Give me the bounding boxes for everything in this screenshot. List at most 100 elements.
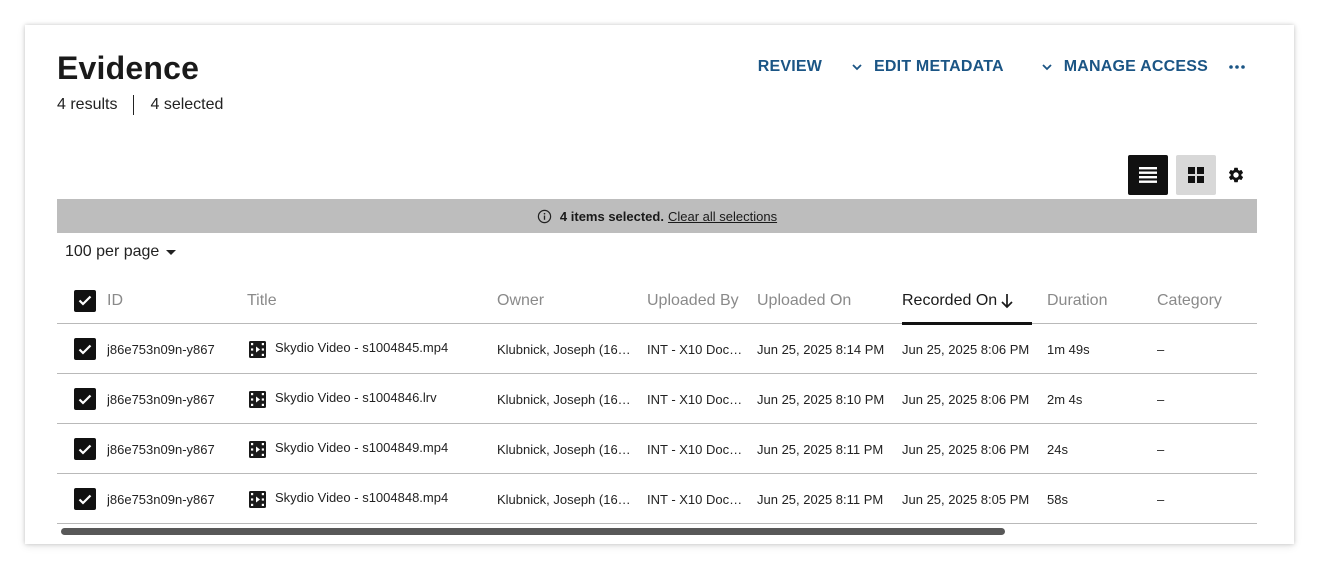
column-label: Duration — [1047, 291, 1108, 309]
select-all-checkbox[interactable] — [74, 289, 96, 312]
row-checkbox[interactable] — [74, 388, 96, 410]
page-title: Evidence — [57, 50, 200, 86]
column-label: Recorded On — [902, 291, 998, 309]
column-label: ID — [107, 291, 123, 309]
cell-title[interactable]: Skydio Video - s1004845.mp4 — [249, 324, 489, 374]
summary-divider — [133, 95, 135, 115]
title-text: Skydio Video - s1004846.lrv — [275, 389, 437, 405]
column-label: Category — [1157, 291, 1222, 309]
horizontal-scrollbar[interactable] — [61, 528, 1005, 535]
cell-uploaded-on: Jun 25, 2025 8:11 PM — [757, 441, 884, 457]
check-icon — [78, 394, 92, 405]
row-checkbox[interactable] — [74, 488, 96, 510]
check-icon — [78, 494, 92, 505]
column-label: Uploaded By — [647, 291, 739, 309]
table-row[interactable]: j86e753n09n-y867 Skydio Video - s1004846… — [57, 374, 1257, 424]
cell-owner: Klubnick, Joseph (16… — [497, 441, 631, 457]
cell-uploaded-on: Jun 25, 2025 8:10 PM — [757, 391, 885, 407]
cell-recorded-on: Jun 25, 2025 8:06 PM — [902, 391, 1030, 407]
row-checkbox-cell — [74, 374, 96, 424]
grid-view-icon — [1188, 167, 1204, 183]
cell-title[interactable]: Skydio Video - s1004849.mp4 — [249, 424, 489, 474]
table-settings-button[interactable] — [1216, 155, 1256, 195]
results-count: 4 results — [57, 96, 118, 113]
row-checkbox[interactable] — [74, 438, 96, 460]
video-file-icon — [249, 490, 266, 508]
cell-id: j86e753n09n-y867 — [107, 391, 215, 407]
more-options-button[interactable] — [1228, 58, 1246, 76]
check-icon — [78, 344, 92, 355]
video-file-icon — [249, 390, 266, 408]
title-text: Skydio Video - s1004845.mp4 — [275, 339, 449, 355]
select-all-checkbox-cell — [74, 277, 96, 324]
column-label: Owner — [497, 291, 545, 309]
view-toggle — [1128, 155, 1256, 195]
cell-owner: Klubnick, Joseph (16… — [497, 391, 631, 407]
cell-uploaded-on: Jun 25, 2025 8:14 PM — [757, 341, 885, 357]
check-icon — [78, 295, 92, 306]
caret-down-icon — [166, 249, 177, 255]
cell-recorded-on: Jun 25, 2025 8:06 PM — [902, 441, 1030, 457]
cell-duration: 58s — [1047, 491, 1068, 507]
column-header-category[interactable]: Category — [1157, 277, 1222, 324]
title-text: Skydio Video - s1004848.mp4 — [275, 489, 449, 505]
row-checkbox-cell — [74, 424, 96, 474]
review-label: REVIEW — [757, 58, 823, 75]
evidence-card: Evidence 4 results 4 selected REVIEW EDI… — [25, 25, 1294, 544]
column-header-recorded-on[interactable]: Recorded On — [902, 277, 1032, 325]
grid-view-button[interactable] — [1176, 155, 1216, 195]
table-row[interactable]: j86e753n09n-y867 Skydio Video - s1004849… — [57, 424, 1257, 474]
cell-id: j86e753n09n-y867 — [107, 441, 215, 457]
row-checkbox-cell — [74, 474, 96, 524]
table-body: j86e753n09n-y867 Skydio Video - s1004845… — [57, 324, 1257, 524]
results-summary: 4 results 4 selected — [57, 95, 223, 115]
cell-recorded-on: Jun 25, 2025 8:05 PM — [902, 491, 1030, 507]
row-checkbox-cell — [74, 324, 96, 374]
table-row[interactable]: j86e753n09n-y867 Skydio Video - s1004845… — [57, 324, 1257, 374]
manage-access-label: MANAGE ACCESS — [1063, 58, 1208, 75]
cell-owner: Klubnick, Joseph (16… — [497, 491, 631, 507]
column-header-owner[interactable]: Owner — [497, 277, 544, 324]
column-header-id[interactable]: ID — [107, 277, 123, 324]
selection-banner: 4 items selected. Clear all selections — [57, 199, 1257, 233]
arrow-down-icon — [1001, 293, 1013, 308]
per-page-dropdown[interactable]: 100 per page — [65, 243, 177, 261]
column-header-duration[interactable]: Duration — [1047, 277, 1107, 324]
list-view-button[interactable] — [1128, 155, 1168, 195]
cell-category: – — [1157, 391, 1165, 407]
info-icon — [537, 209, 552, 223]
cell-owner: Klubnick, Joseph (16… — [497, 341, 631, 357]
check-icon — [78, 444, 92, 455]
row-checkbox[interactable] — [74, 338, 96, 360]
cell-uploaded-by: INT - X10 Doc… — [647, 441, 743, 457]
cell-uploaded-on: Jun 25, 2025 8:11 PM — [757, 491, 884, 507]
edit-metadata-button[interactable]: EDIT METADATA — [850, 58, 1004, 76]
cell-id: j86e753n09n-y867 — [107, 491, 215, 507]
column-label: Title — [247, 291, 277, 309]
column-header-uploaded-on[interactable]: Uploaded On — [757, 277, 851, 324]
video-file-icon — [249, 340, 266, 358]
cell-recorded-on: Jun 25, 2025 8:06 PM — [902, 341, 1030, 357]
cell-id: j86e753n09n-y867 — [107, 341, 215, 357]
column-header-title[interactable]: Title — [247, 277, 277, 324]
column-label: Uploaded On — [757, 291, 852, 309]
table-row[interactable]: j86e753n09n-y867 Skydio Video - s1004848… — [57, 474, 1257, 524]
cell-uploaded-by: INT - X10 Doc… — [647, 491, 743, 507]
cell-uploaded-by: INT - X10 Doc… — [647, 341, 743, 357]
action-bar: REVIEW EDIT METADATA MANAGE ACCESS — [758, 58, 1246, 76]
per-page-label: 100 per page — [65, 243, 160, 260]
evidence-table: ID Title Owner Uploaded By Uploaded On R… — [57, 277, 1257, 524]
chevron-down-icon — [1042, 64, 1052, 71]
selection-count: 4 items selected. — [559, 208, 664, 224]
manage-access-button[interactable]: MANAGE ACCESS — [1040, 58, 1208, 76]
edit-metadata-label: EDIT METADATA — [874, 58, 1004, 75]
video-file-icon — [249, 440, 266, 458]
cell-title[interactable]: Skydio Video - s1004846.lrv — [249, 374, 489, 424]
cell-title[interactable]: Skydio Video - s1004848.mp4 — [249, 474, 489, 524]
cell-duration: 2m 4s — [1047, 391, 1083, 407]
review-button[interactable]: REVIEW — [758, 58, 822, 76]
list-view-icon — [1139, 167, 1157, 183]
column-header-uploaded-by[interactable]: Uploaded By — [647, 277, 739, 324]
cell-category: – — [1157, 491, 1165, 507]
clear-selections-link[interactable]: Clear all selections — [668, 209, 777, 224]
